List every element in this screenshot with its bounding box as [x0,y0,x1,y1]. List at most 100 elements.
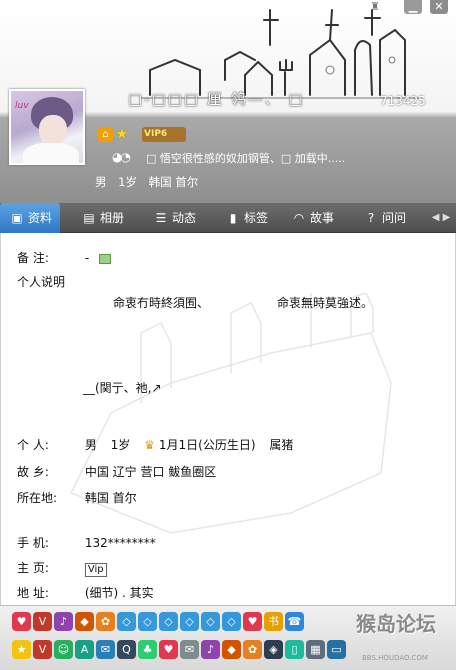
edit-remark-icon[interactable] [99,253,111,264]
current-location-value: 韩国 首尔 [84,491,137,505]
star-icon[interactable]: ★ [116,127,128,142]
personal-label: 个 人: [17,438,49,452]
chevron-right-icon[interactable]: ▶ [443,212,451,223]
icon-row-1: ♥ V ♪ ◆ ✿ ◇ ◇ ◇ ◇ ◇ ◇ ♥ 书 ☎ [12,612,304,631]
pin-window-button[interactable]: ♜ [368,0,382,14]
description-text-1: 命衷冇時終須囿、 [113,296,210,310]
list-icon: ☰ [155,211,167,225]
close-button[interactable]: ✕ [430,0,448,14]
tab-questions[interactable]: ? 问问 [364,203,406,233]
personal-gender: 男 [84,438,97,452]
homepage-link[interactable]: Vip [84,563,107,577]
personal-row: 个 人: 男 1岁 ♛ 1月1日(公历生日) 属猪 [17,436,293,453]
heart-icon[interactable]: ♥ [159,640,178,659]
grid-icon[interactable]: ▦ [306,640,325,659]
clover-icon[interactable]: ♣ [138,640,157,659]
phone-label: 手 机: [17,536,49,550]
mood-icon: ◕◔ [112,150,131,164]
bookmark-icon: ▮ [229,211,237,225]
game-icon[interactable]: ◆ [75,612,94,631]
homepage-label: 主 页: [17,561,49,575]
app-icon[interactable]: A [75,640,94,659]
remark-label: 备 注: [17,251,49,265]
tab-stories[interactable]: ◠ 故事 [292,203,334,233]
minimize-button[interactable]: ▁ [404,0,422,14]
music-icon[interactable]: ♪ [201,640,220,659]
tab-album[interactable]: ▤ 相册 [82,203,124,233]
home-badge-icon[interactable]: ⌂ [98,127,113,142]
book-icon[interactable]: 书 [264,612,283,631]
mail-icon[interactable]: ✉ [180,640,199,659]
heart-icon[interactable]: ♥ [243,612,262,631]
remark-value: - [84,251,90,265]
background-sketch [69,293,392,534]
card-icon[interactable]: ▭ [327,640,346,659]
diamond-icon[interactable]: ◇ [138,612,157,631]
diamond-icon[interactable]: ◇ [180,612,199,631]
diamond-icon[interactable]: ◇ [201,612,220,631]
forum-watermark: 猴岛论坛 [356,612,436,636]
heart-icon[interactable]: ♥ [12,612,31,631]
crown-icon: ♛ [144,438,155,452]
current-location-label: 所在地: [17,491,58,505]
tab-feed[interactable]: ☰ 动态 [154,203,196,233]
phone-value: 132******** [84,536,156,550]
hometown-value: 中国 辽宁 营口 鲅鱼圈区 [84,465,217,479]
shield-icon[interactable]: ◈ [264,640,283,659]
remark-row: 备 注: - [17,249,111,266]
location-text: 韩国 首尔 [148,175,199,189]
homepage-row: 主 页: Vip [17,559,107,577]
profile-header: ♜ ▁ ✕ luv □-□□□ 厘 鸰—、 □ 713425 ⌂ ★ VIP6 … [0,0,456,203]
tab-tags[interactable]: ▮ 标签 [226,203,268,233]
description-label: 个人说明 [17,275,66,289]
hometown-row: 故 乡: 中国 辽宁 营口 鲅鱼圈区 [17,463,216,480]
profile-details-panel: 备 注: - 个人说明 命衷冇時終須囿、 命衷無時莫強述。 __(関亍、祂,↗ … [0,233,456,605]
address-label: 地 址: [17,586,49,600]
question-icon: ? [367,211,375,225]
vip-icon[interactable]: V [33,612,52,631]
personal-age: 1岁 [110,438,131,452]
phone-icon[interactable]: ☎ [285,612,304,631]
smile-icon[interactable]: ☺ [54,640,73,659]
wifi-icon: ◠ [293,211,305,225]
vip-badge[interactable]: VIP6 [142,127,186,142]
music-icon[interactable]: ♪ [54,612,73,631]
mood-status-text: □ 悟空很性感的奴加钢管、□ 加载中..... [146,152,346,165]
star-icon[interactable]: ★ [12,640,31,659]
tab-profile[interactable]: ▣ 资料 [0,203,61,233]
address-row: 地 址: (细节) . 其实 [17,584,154,601]
icon-row-2: ★ V ☺ A ✉ Q ♣ ♥ ✉ ♪ ◆ ✿ ◈ ▯ ▦ ▭ [12,640,346,659]
profile-card-icon: ▣ [11,211,23,225]
game-icon[interactable]: ◆ [222,640,241,659]
diamond-icon[interactable]: ◇ [117,612,136,631]
mobile-icon[interactable]: ▯ [285,640,304,659]
hometown-label: 故 乡: [17,465,49,479]
tab-scroll-arrows[interactable]: ◀ ▶ [426,203,456,233]
pet-icon[interactable]: ✿ [243,640,262,659]
pet-icon[interactable]: ✿ [96,612,115,631]
qq-number: 713425 [380,94,426,108]
forum-watermark-url: BBS.HOUDAO.COM [362,654,428,662]
description-text-2: 命衷無時莫強述。 [277,296,374,310]
current-location-row: 所在地: 韩国 首尔 [17,489,137,506]
qq-icon[interactable]: Q [117,640,136,659]
gender-text: 男 [95,175,107,189]
birthday-value: 1月1日(公历生日) [158,438,256,452]
profile-tab-bar: ▣ 资料 ▤ 相册 ☰ 动态 ▮ 标签 ◠ 故事 ? 问问 ◀ ▶ [0,203,456,233]
description-text-3: __(関亍、祂,↗ [83,381,162,395]
vip-icon[interactable]: V [33,640,52,659]
chat-icon[interactable]: ✉ [96,640,115,659]
service-icon-toolbar: ♥ V ♪ ◆ ✿ ◇ ◇ ◇ ◇ ◇ ◇ ♥ 书 ☎ ★ V ☺ A ✉ Q ♣ ♥ ✉ ♪ ◆ ✿ ◈ ▯ ▦ ▭ 猴岛论坛 BBS… [0,605,456,670]
zodiac-value: 属猪 [269,438,294,452]
photo-icon: ▤ [83,211,95,225]
profile-nickname: □-□□□ 厘 鸰—、 □ [128,90,305,108]
diamond-icon[interactable]: ◇ [159,612,178,631]
description-row: 个人说明 [17,273,81,290]
avatar[interactable]: luv [9,89,85,165]
diamond-icon[interactable]: ◇ [222,612,241,631]
chevron-left-icon[interactable]: ◀ [432,212,440,223]
basic-info: 男 1岁 韩国 首尔 [95,174,206,190]
age-text: 1岁 [118,175,137,189]
phone-row: 手 机: 132******** [17,534,156,551]
address-value: (细节) . 其实 [84,586,154,600]
